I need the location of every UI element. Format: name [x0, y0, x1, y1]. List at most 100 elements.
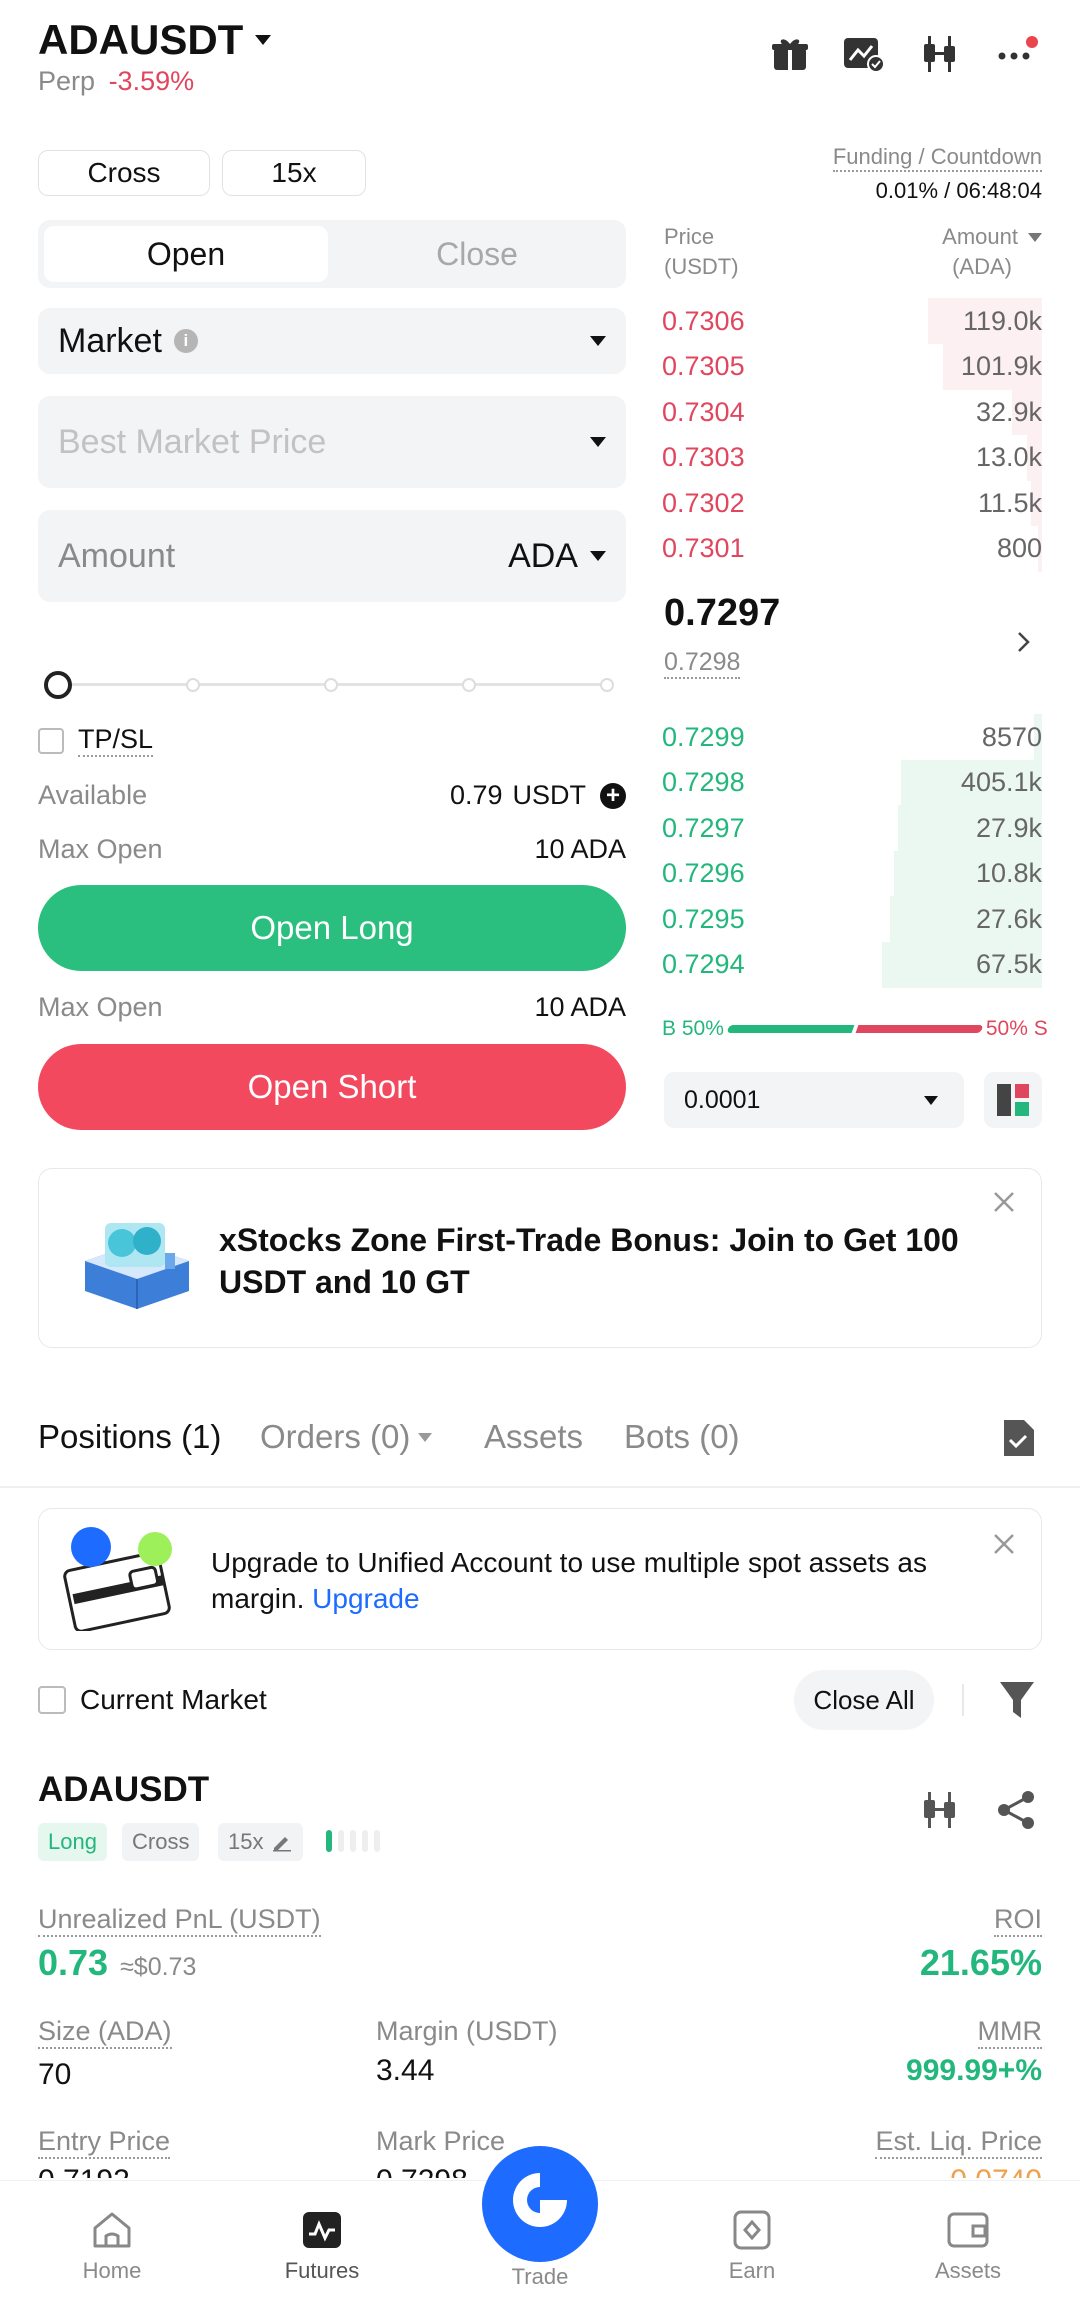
bid-amount: 27.6k: [975, 903, 1042, 934]
margin-mode-button[interactable]: Cross: [38, 150, 210, 196]
checkbox[interactable]: [38, 727, 64, 754]
current-market-checkbox[interactable]: Current Market: [38, 1684, 267, 1716]
margin-label: Margin (USDT): [376, 2016, 558, 2046]
candlestick-icon[interactable]: [920, 34, 960, 79]
add-funds-icon[interactable]: +: [600, 782, 626, 809]
tab-orders[interactable]: Orders (0): [260, 1418, 433, 1456]
chevron-down-icon: [418, 1432, 433, 1442]
bid-amount: 10.8k: [975, 858, 1042, 888]
symbol-selector[interactable]: ADAUSDT: [38, 16, 272, 64]
buy-ratio-bar: [726, 1025, 855, 1033]
leverage-button[interactable]: 15x: [222, 150, 366, 196]
ask-amount: 119.0k: [962, 305, 1042, 336]
tab-assets[interactable]: Assets: [484, 1418, 583, 1456]
nav-futures-label: Futures: [284, 2258, 360, 2283]
symbol-title: ADAUSDT: [38, 16, 244, 63]
close-all-button[interactable]: Close All: [794, 1670, 934, 1730]
close-icon[interactable]: [993, 1533, 1015, 1560]
pnl-value: 0.73: [38, 1942, 109, 1983]
funding-countdown[interactable]: Funding / Countdown 0.01% / 06:48:04: [832, 144, 1042, 204]
tab-orders-label: Orders (0): [260, 1418, 411, 1455]
nav-earn-label: Earn: [728, 2258, 776, 2283]
open-long-button[interactable]: Open Long: [38, 885, 626, 971]
nav-earn[interactable]: Earn: [682, 2210, 822, 2284]
candlestick-icon[interactable]: [920, 1790, 960, 1835]
tab-positions[interactable]: Positions (1): [38, 1418, 221, 1456]
open-short-label: Open Short: [247, 1068, 417, 1105]
tab-bots[interactable]: Bots (0): [624, 1418, 740, 1456]
upgrade-banner[interactable]: Upgrade to Unified Account to use multip…: [38, 1508, 1042, 1650]
bid-row[interactable]: 0.7298 405.1k: [662, 759, 1042, 806]
trade-logo-icon: [482, 2146, 598, 2262]
ask-price: 0.7306: [662, 305, 745, 336]
price-header-unit: (USDT): [664, 254, 739, 279]
margin-value[interactable]: 3.44: [376, 2054, 434, 2088]
sell-ratio-bar: [855, 1025, 984, 1033]
ask-row[interactable]: 0.7302 11.5k: [662, 480, 1042, 526]
nav-home-label: Home: [82, 2258, 142, 2283]
entry-value: 0.7192: [38, 2164, 130, 2178]
entry-label[interactable]: Entry Price: [38, 2126, 171, 2159]
amount-field[interactable]: Amount ADA: [38, 510, 626, 602]
bid-row[interactable]: 0.7296 10.8k: [662, 850, 1042, 897]
price-field[interactable]: Best Market Price: [38, 396, 626, 488]
max-open-label: Max Open: [38, 834, 163, 864]
precision-select[interactable]: 0.0001: [664, 1072, 964, 1128]
ask-row[interactable]: 0.7301 800: [662, 525, 1042, 572]
open-short-button[interactable]: Open Short: [38, 1044, 626, 1130]
ask-row[interactable]: 0.7305 101.9k: [662, 343, 1042, 390]
upgrade-link[interactable]: Upgrade: [312, 1583, 419, 1614]
tab-open[interactable]: Open: [44, 226, 328, 282]
order-type-label: Market: [58, 321, 162, 360]
available-value: 0.79: [449, 780, 503, 810]
more-icon[interactable]: [996, 34, 1040, 79]
ask-row[interactable]: 0.7303 13.0k: [662, 434, 1042, 481]
roi-label[interactable]: ROI: [993, 1904, 1042, 1937]
amount-unit: ADA: [508, 536, 578, 575]
position-symbol[interactable]: ADAUSDT: [38, 1770, 209, 1810]
position-leverage-tag[interactable]: 15x: [218, 1823, 304, 1861]
share-icon[interactable]: [996, 1790, 1036, 1835]
close-icon[interactable]: [993, 1191, 1015, 1218]
nav-futures[interactable]: Futures: [252, 2210, 392, 2284]
chevron-right-icon[interactable]: [1016, 630, 1032, 659]
mark-value: 0.7298: [376, 2164, 468, 2178]
size-label[interactable]: Size (ADA): [38, 2016, 172, 2049]
nav-trade[interactable]: Trade: [470, 2146, 610, 2290]
ask-row[interactable]: 0.7306 119.0k: [662, 298, 1042, 344]
nav-home[interactable]: Home: [42, 2210, 182, 2284]
slider-handle[interactable]: [44, 671, 72, 699]
nav-assets[interactable]: Assets: [898, 2210, 1038, 2284]
ask-row[interactable]: 0.7304 32.9k: [662, 389, 1042, 435]
mmr-label[interactable]: MMR: [977, 2016, 1042, 2049]
promo-text: xStocks Zone First-Trade Bonus: Join to …: [219, 1222, 959, 1300]
ask-amount: 32.9k: [975, 396, 1042, 427]
tpsl-checkbox[interactable]: TP/SL: [38, 724, 154, 757]
amount-slider[interactable]: [44, 670, 618, 700]
bid-row[interactable]: 0.7297 27.9k: [662, 805, 1042, 851]
orderbook-layout-button[interactable]: [984, 1072, 1042, 1128]
bid-row[interactable]: 0.7295 27.6k: [662, 896, 1042, 942]
history-icon[interactable]: [1000, 1418, 1036, 1463]
liq-label[interactable]: Est. Liq. Price: [875, 2126, 1042, 2159]
tab-close[interactable]: Close: [334, 226, 620, 282]
ask-price: 0.7304: [662, 396, 745, 427]
ask-amount: 101.9k: [960, 351, 1042, 381]
gift-icon[interactable]: [770, 34, 810, 79]
promo-banner[interactable]: xStocks Zone First-Trade Bonus: Join to …: [38, 1168, 1042, 1348]
chart-settings-icon[interactable]: [842, 34, 886, 79]
amount-unit-select[interactable]: ADA: [508, 537, 606, 576]
bid-row[interactable]: 0.7294 67.5k: [662, 941, 1042, 988]
bid-price: 0.7299: [662, 721, 745, 752]
tab-open-label: Open: [146, 235, 226, 272]
pnl-label[interactable]: Unrealized PnL (USDT): [38, 1904, 321, 1937]
mark-price[interactable]: 0.7298: [664, 648, 741, 679]
order-type-select[interactable]: Market i: [38, 308, 626, 374]
bid-row[interactable]: 0.7299 8570: [662, 714, 1042, 760]
filter-icon[interactable]: [998, 1680, 1036, 1725]
size-value: 70: [38, 2058, 72, 2091]
checkbox[interactable]: [38, 1686, 66, 1714]
ask-amount: 800: [996, 533, 1042, 563]
orderbook-amount-header[interactable]: Amount (ADA): [942, 222, 1042, 282]
futures-icon: [303, 2212, 341, 2248]
